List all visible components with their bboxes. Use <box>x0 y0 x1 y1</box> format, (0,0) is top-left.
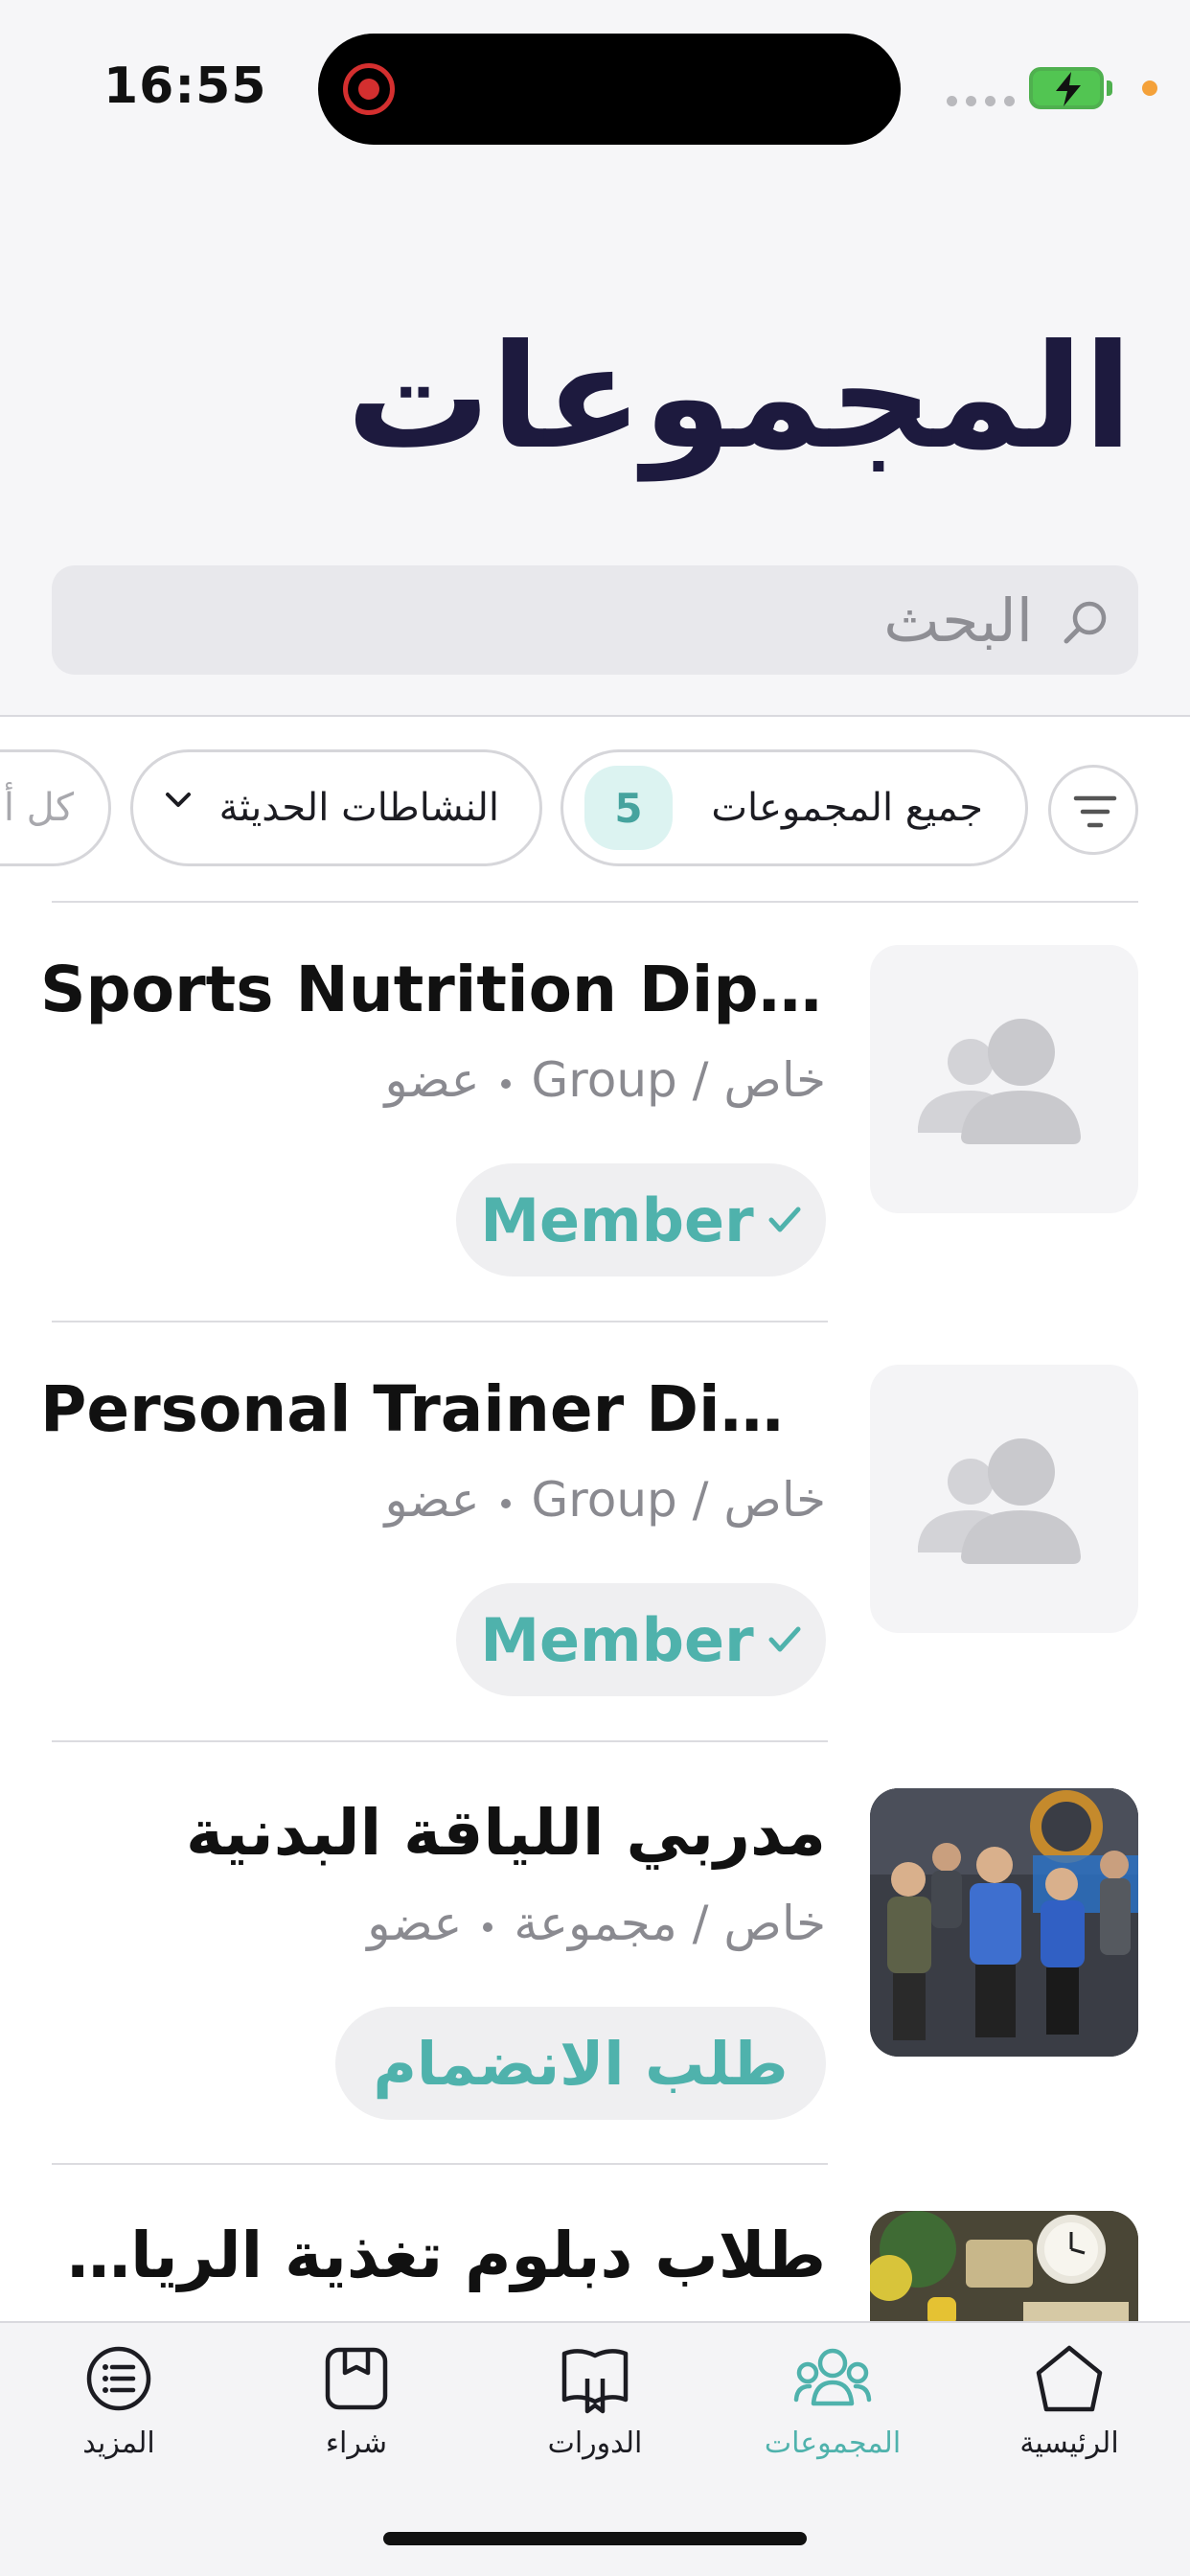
group-privacy: خاص / مجموعة <box>514 1896 826 1951</box>
courses-icon <box>561 2349 629 2414</box>
separator-dot <box>500 1078 511 1089</box>
header-divider <box>0 715 1190 717</box>
search-icon <box>1064 601 1107 644</box>
filter-button[interactable] <box>1048 765 1138 855</box>
tab-courses[interactable]: الدورات <box>490 2340 700 2474</box>
member-button[interactable]: Member <box>456 1163 826 1276</box>
list-divider <box>52 2163 828 2165</box>
tab-courses-label: الدورات <box>547 2426 643 2460</box>
group-placeholder-icon <box>918 1438 1081 1564</box>
group-role: عضو <box>384 1052 480 1108</box>
status-time: 16:55 <box>103 58 267 115</box>
group-photo <box>870 1788 1138 2057</box>
group-placeholder-icon <box>918 1019 1081 1144</box>
group-privacy: خاص / Group <box>531 1052 826 1108</box>
filter-divider <box>52 901 1138 903</box>
tab-home[interactable]: الرئيسية <box>964 2340 1175 2474</box>
group-role: عضو <box>384 1472 480 1528</box>
group-role: عضو <box>367 1896 463 1951</box>
tab-shop[interactable]: شراء <box>251 2340 462 2474</box>
check-icon <box>768 1207 801 1232</box>
member-label: Member <box>480 1184 754 1255</box>
group-title: طلاب دبلوم تغذية الرياضي... <box>40 2219 826 2292</box>
fitness-group-photo-icon <box>870 1788 1138 2057</box>
battery-icon <box>1029 67 1104 109</box>
request-join-label: طلب الانضمام <box>373 2028 789 2099</box>
group-thumbnail <box>870 945 1138 1213</box>
search-bar[interactable] <box>52 565 1138 675</box>
chevron-down-icon <box>166 793 191 807</box>
group-meta: خاص / Group عضو <box>385 1472 827 1528</box>
tab-more[interactable]: المزيد <box>13 2340 224 2474</box>
group-privacy: خاص / Group <box>531 1472 826 1528</box>
more-icon <box>86 2346 151 2411</box>
all-groups-chip[interactable]: جميع المجموعات 5 <box>561 749 1028 866</box>
list-divider <box>52 1321 828 1322</box>
cellular-signal-icon <box>947 96 1015 106</box>
list-divider <box>52 1740 828 1742</box>
separator-dot <box>500 1498 511 1508</box>
screen: 16:55 المجموعات جميع المجموعات 5 النشاطا… <box>0 0 1190 2576</box>
home-icon <box>1036 2345 1103 2412</box>
privacy-indicator-dot <box>1142 80 1157 96</box>
group-thumbnail <box>870 1365 1138 1633</box>
shop-icon <box>325 2347 388 2410</box>
group-meta: خاص / مجموعة عضو <box>367 1896 826 1951</box>
battery-tip <box>1107 80 1112 96</box>
group-title: Personal Trainer Diplo... <box>40 1372 826 1446</box>
dynamic-island <box>318 34 901 145</box>
check-icon <box>768 1626 801 1652</box>
page-title: المجموعات <box>346 314 1133 481</box>
group-title: مدربي اللياقة البدنية <box>185 1796 826 1870</box>
member-label: Member <box>480 1604 754 1675</box>
all-groups-count-badge: 5 <box>584 766 673 850</box>
groups-icon <box>793 2348 872 2406</box>
tab-groups[interactable]: المجموعات <box>727 2340 938 2474</box>
member-button[interactable]: Member <box>456 1583 826 1696</box>
search-input[interactable] <box>171 586 1033 654</box>
group-meta: خاص / Group عضو <box>385 1052 827 1108</box>
home-indicator[interactable] <box>383 2532 807 2545</box>
tab-more-label: المزيد <box>82 2426 155 2460</box>
tab-home-label: الرئيسية <box>1019 2426 1119 2460</box>
tab-shop-label: شراء <box>325 2426 388 2460</box>
recent-activity-label: النشاطات الحديثة <box>218 786 499 830</box>
tab-groups-label: المجموعات <box>764 2426 902 2460</box>
filter-icon <box>1073 795 1117 828</box>
recent-activity-dropdown[interactable]: النشاطات الحديثة <box>130 749 542 866</box>
separator-dot <box>483 1921 493 1932</box>
more-filters-label: كل أ <box>3 786 74 830</box>
all-groups-label: جميع المجموعات <box>711 786 983 830</box>
request-join-button[interactable]: طلب الانضمام <box>335 2007 826 2120</box>
recording-indicator-icon <box>343 63 395 115</box>
more-filters-chip[interactable]: كل أ <box>0 749 111 866</box>
group-title: Sports Nutrition Diplo... <box>40 953 826 1026</box>
